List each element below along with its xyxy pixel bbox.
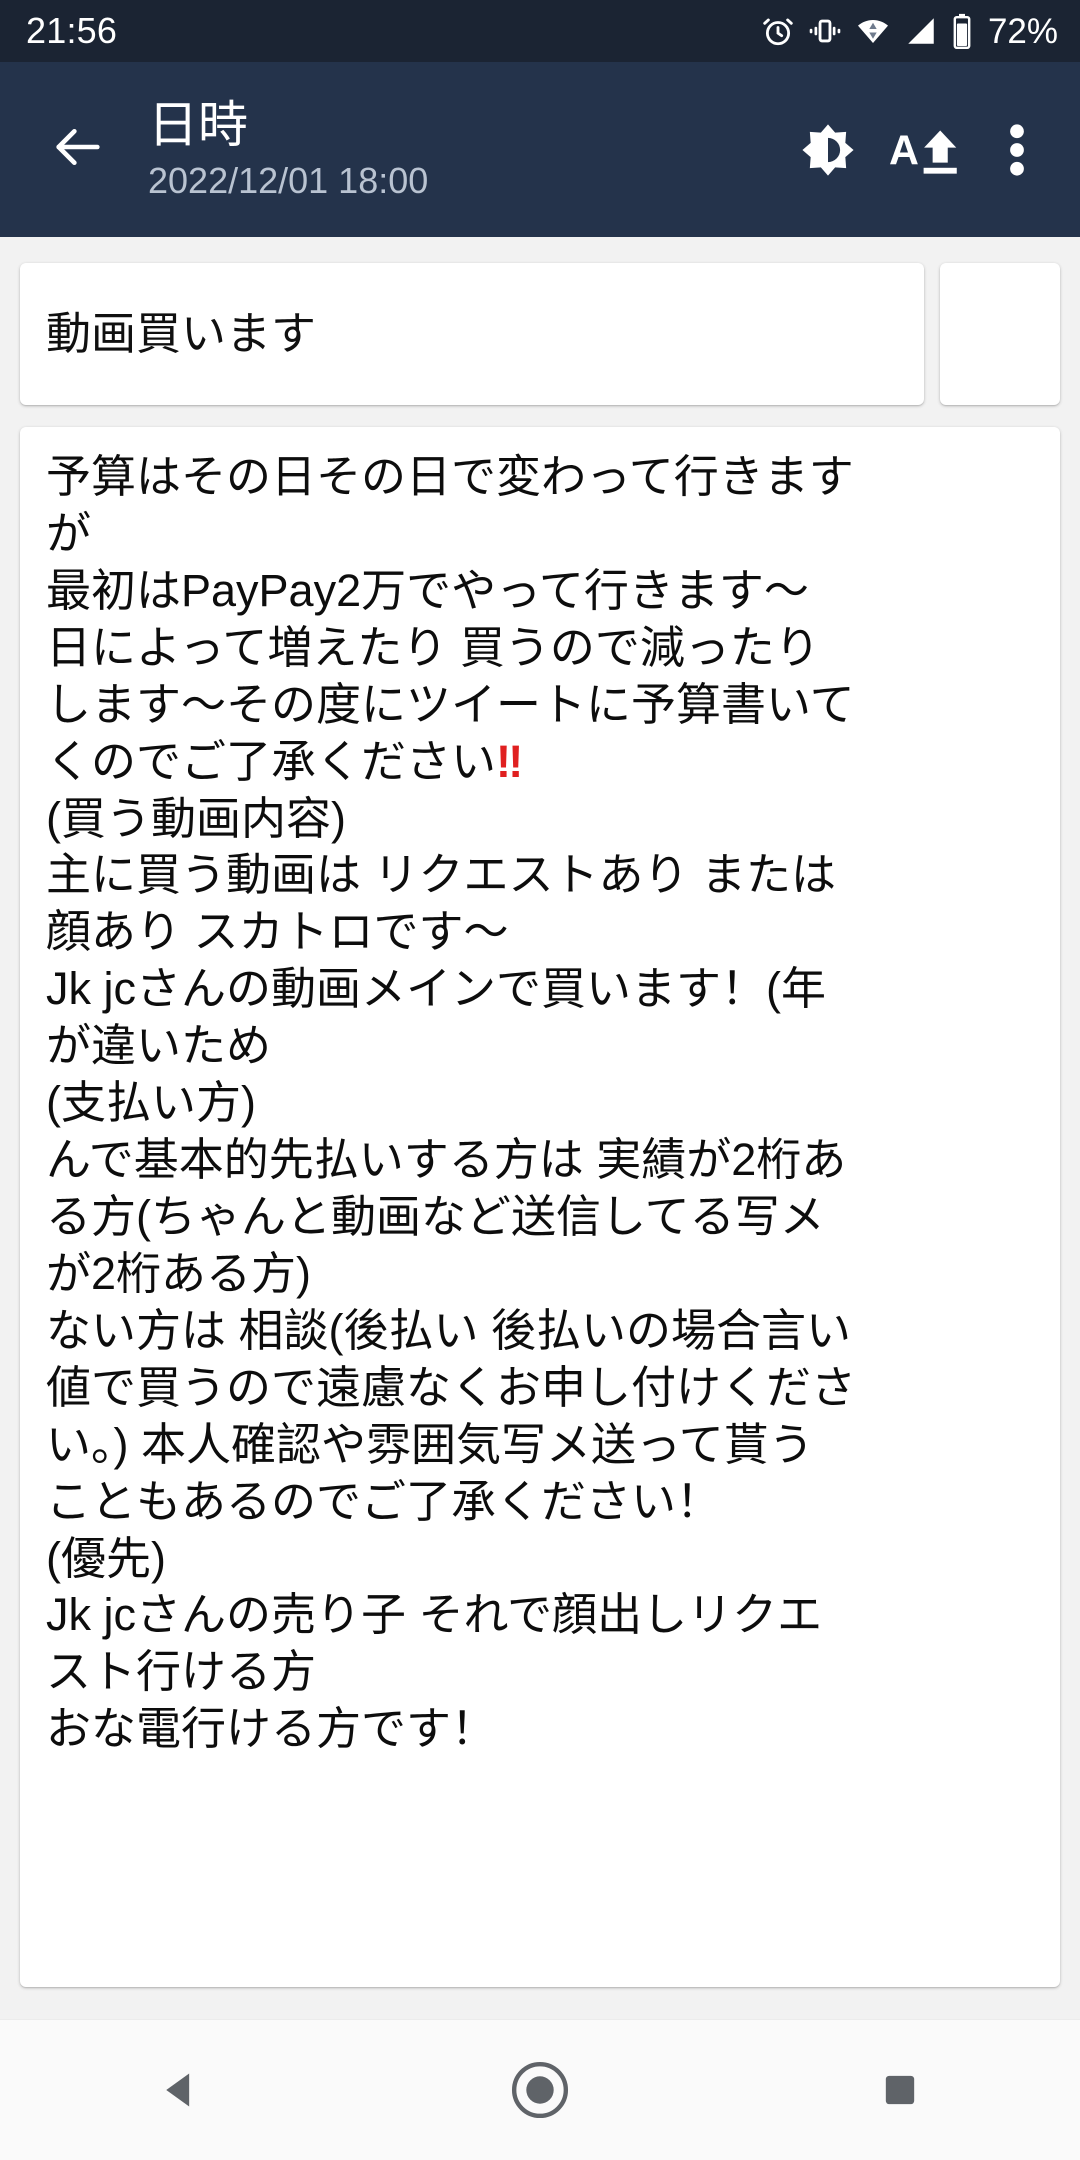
content-area: 動画買います 予算はその日その日で変わって行きます が 最初はPayPay2万で… — [0, 237, 1080, 2019]
body-line-7: (買う動画内容) — [46, 792, 346, 844]
body-line-1: 予算はその日その日で変わって行きます — [46, 451, 854, 502]
body-line-21: Jk jcさんの売り子 それで顔出しリクエ — [46, 1589, 823, 1641]
svg-text:A: A — [889, 126, 919, 173]
nav-recents-button[interactable] — [810, 2020, 990, 2160]
body-line-6: くのでご了承ください — [46, 735, 497, 787]
body-line-22: スト行ける方 — [46, 1646, 317, 1698]
app-bar-titles: 日時 2022/12/01 18:00 — [148, 98, 780, 201]
body-line-10: Jk jcさんの動画メインで買います！(年 — [46, 963, 826, 1015]
brightness-button[interactable] — [780, 102, 876, 198]
battery-icon — [951, 13, 973, 49]
title-card[interactable]: 動画買います — [20, 263, 924, 405]
body-line-4: 日によって増えたり 買うので減ったり — [46, 621, 820, 673]
body-line-11: が違いため — [46, 1020, 272, 1072]
body-line-5: します〜その度にツイートに予算書いて — [46, 678, 855, 730]
body-card-text: 予算はその日その日で変わって行きます が 最初はPayPay2万でやって行きます… — [46, 449, 1034, 1758]
body-line-17: 値で買うので遠慮なくお申し付けくださ — [46, 1361, 857, 1413]
android-nav-bar — [0, 2019, 1080, 2160]
body-line-20: (優先) — [46, 1532, 166, 1584]
app-bar-actions: A — [780, 102, 1054, 198]
overflow-menu-button[interactable] — [980, 102, 1054, 198]
home-circle-icon — [509, 2059, 571, 2121]
body-card[interactable]: 予算はその日その日で変わって行きます が 最初はPayPay2万でやって行きます… — [20, 427, 1060, 1987]
nav-home-button[interactable] — [450, 2020, 630, 2160]
overflow-menu-icon — [1008, 117, 1026, 183]
wifi-icon — [855, 14, 891, 48]
battery-percent-label: 72% — [987, 11, 1058, 51]
status-bar-clock: 21:56 — [26, 10, 118, 51]
nav-back-button[interactable] — [90, 2020, 270, 2160]
body-line-2: が — [46, 507, 92, 559]
title-card-text: 動画買います — [46, 308, 317, 359]
body-line-8: 主に買う動画は リクエストあり または — [46, 849, 837, 901]
status-bar: 21:56 72% — [0, 0, 1080, 62]
status-bar-icons: 72% — [761, 13, 1058, 49]
text-size-increase-icon: A — [889, 117, 967, 183]
body-line-12: (支払い方) — [46, 1077, 256, 1129]
cellular-signal-icon — [904, 14, 938, 48]
recents-square-icon — [880, 2070, 920, 2110]
body-line-3: 最初はPayPay2万でやって行きます〜 — [46, 564, 809, 616]
vibrate-icon — [808, 14, 842, 48]
page-subtitle: 2022/12/01 18:00 — [148, 159, 429, 201]
page-title: 日時 — [148, 97, 248, 152]
title-card-row: 動画買います — [20, 263, 1060, 405]
back-arrow-icon — [49, 118, 107, 181]
body-line-9: 顔あり スカトロです〜 — [46, 906, 509, 958]
text-size-increase-button[interactable]: A — [880, 102, 976, 198]
back-button[interactable] — [30, 102, 126, 198]
app-bar: 日時 2022/12/01 18:00 A — [0, 62, 1080, 237]
body-line-19: こともあるのでご了承ください！ — [46, 1475, 722, 1527]
brightness-icon — [795, 117, 861, 183]
body-line-16: ない方は 相談(後払い 後払いの場合言い — [46, 1304, 851, 1356]
back-triangle-icon — [158, 2068, 202, 2112]
body-line-23: おな電行ける方です！ — [46, 1703, 497, 1755]
body-line-14: る方(ちゃんと動画など送信してる写メ — [46, 1190, 825, 1242]
alarm-icon — [761, 14, 795, 48]
body-line-13: んで基本的先払いする方は 実績が2桁あ — [46, 1134, 847, 1186]
side-card[interactable] — [940, 263, 1060, 405]
body-line-18: い。) 本人確認や雰囲気写メ送って貰う — [46, 1418, 814, 1470]
body-line-15: が2桁ある方) — [46, 1247, 312, 1299]
phone-screen: 21:56 72% 日時 2022/12/01 18:00 A 動画買います 予… — [0, 0, 1080, 2160]
double-exclamation-icon: ‼ — [496, 735, 523, 787]
